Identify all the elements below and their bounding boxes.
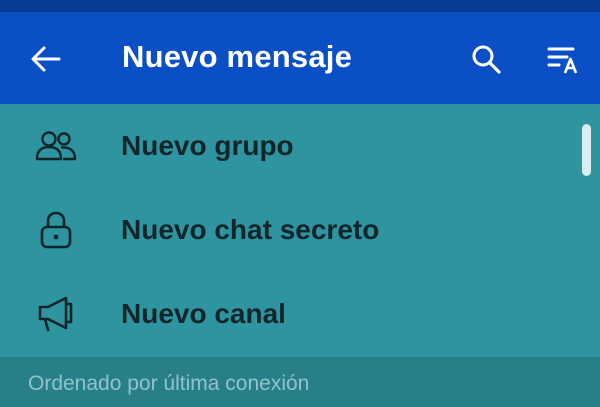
new-channel-item[interactable]: Nuevo canal (0, 272, 600, 356)
search-icon (472, 45, 501, 74)
back-button[interactable] (26, 39, 66, 79)
lock-icon (34, 210, 78, 250)
search-button[interactable] (466, 39, 506, 79)
new-options-list: Nuevo grupo Nuevo chat secreto Nuevo can… (0, 104, 600, 357)
new-group-label: Nuevo grupo (121, 130, 294, 161)
megaphone-icon (34, 294, 78, 334)
arrow-left-icon (31, 46, 61, 72)
new-channel-label: Nuevo canal (121, 298, 286, 329)
new-group-item[interactable]: Nuevo grupo (0, 104, 600, 188)
sort-order-label: Ordenado por última conexión (28, 372, 310, 395)
new-message-screen: Nuevo mensaje Nuevo grupo Nuevo chat sec… (0, 0, 600, 407)
sort-alphabetical-icon (547, 47, 578, 74)
contacts-section-header: Ordenado por última conexión (0, 357, 600, 407)
page-title: Nuevo mensaje (122, 39, 353, 74)
new-secret-chat-label: Nuevo chat secreto (121, 214, 380, 245)
scrollbar[interactable] (582, 124, 591, 176)
sort-button[interactable] (544, 39, 590, 79)
people-icon (34, 126, 78, 166)
status-bar (0, 0, 600, 12)
new-secret-chat-item[interactable]: Nuevo chat secreto (0, 188, 600, 272)
app-bar: Nuevo mensaje (0, 12, 600, 104)
